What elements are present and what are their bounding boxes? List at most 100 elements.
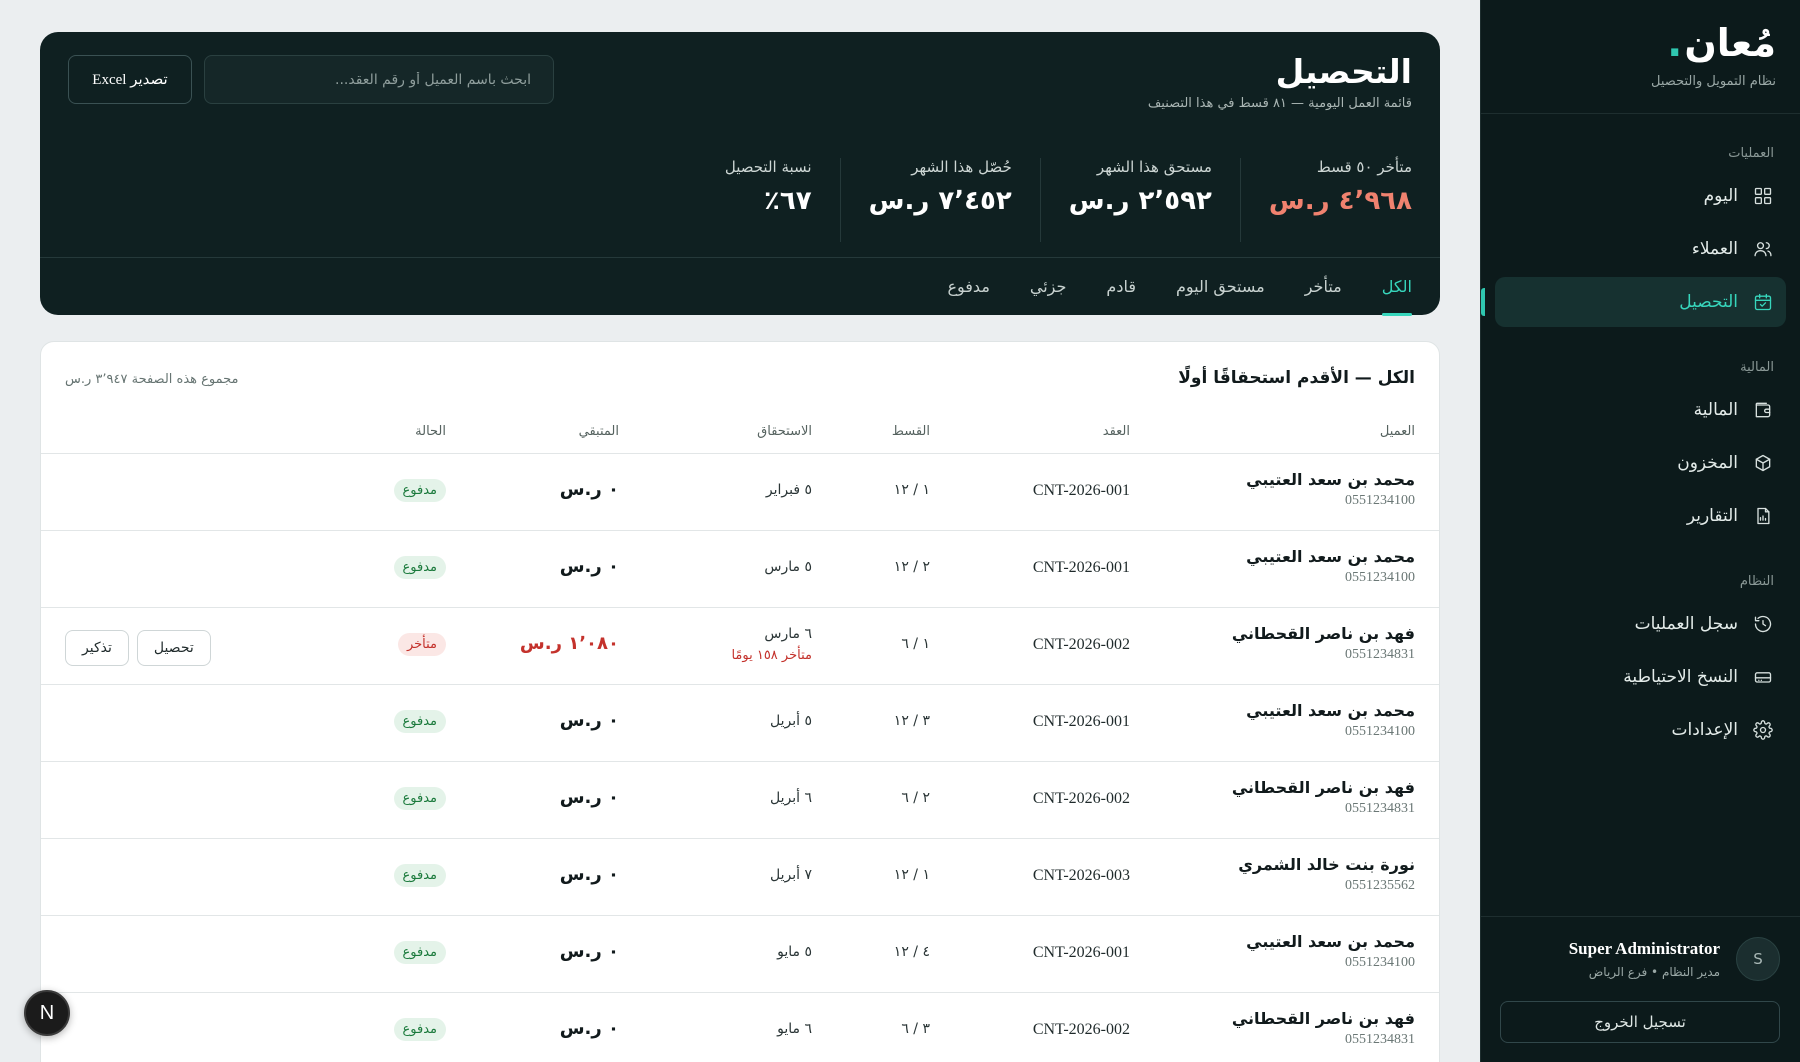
export-excel-button[interactable]: تصدير Excel xyxy=(68,55,192,104)
installment-number: ٢ / ٦ xyxy=(901,790,930,806)
installment-number: ٣ / ١٢ xyxy=(893,713,930,729)
table-row[interactable]: فهد بن ناصر القحطاني 0551234831 CNT-2026… xyxy=(41,608,1439,685)
brand-logo[interactable]: مُعان. xyxy=(1481,20,1776,66)
due-date: ٧ أبريل xyxy=(770,867,812,883)
sidebar-item-label: المخزون xyxy=(1677,453,1738,473)
col-status: الحالة xyxy=(415,424,446,439)
stat-value: ٢٬٥٩٢ ر.س xyxy=(1068,186,1212,216)
status-badge: مدفوع xyxy=(393,479,446,502)
users-icon xyxy=(1752,238,1774,260)
search-input[interactable] xyxy=(205,71,531,88)
due-cell: ٥ أبريل xyxy=(770,713,812,729)
client-phone: 0551234100 xyxy=(1345,724,1415,739)
status-badge: مدفوع xyxy=(393,941,446,964)
wallet-icon xyxy=(1752,399,1774,421)
filter-tab[interactable]: الكل xyxy=(1381,258,1413,316)
page-subtitle: قائمة العمل اليومية — ٨١ قسط في هذا التص… xyxy=(1147,96,1412,111)
dev-tools-button[interactable]: N xyxy=(24,990,70,1036)
stat-label: نسبة التحصيل xyxy=(724,158,812,176)
status-badge: مدفوع xyxy=(393,1018,446,1041)
sidebar-item[interactable]: المالية xyxy=(1495,385,1786,435)
sidebar-item-label: التحصيل xyxy=(1679,292,1738,312)
installments-table-card: الكل — الأقدم استحقاقًا أولًا مجموع هذه … xyxy=(40,341,1440,1062)
table-row[interactable]: محمد بن سعد العتيبي 0551234100 CNT-2026-… xyxy=(41,685,1439,762)
remaining-amount: ٠ ر.س xyxy=(559,787,619,808)
stat-label: حُصّل هذا الشهر xyxy=(911,158,1012,176)
search-box[interactable] xyxy=(204,55,554,104)
client-phone: 0551235562 xyxy=(1345,878,1415,893)
contract-number: CNT-2026-001 xyxy=(1032,559,1130,576)
sidebar-item[interactable]: سجل العمليات xyxy=(1495,599,1786,649)
installment-number: ١ / ١٢ xyxy=(893,867,930,883)
filter-tab[interactable]: متأخر xyxy=(1305,258,1342,316)
table-row[interactable]: فهد بن ناصر القحطاني 0551234831 CNT-2026… xyxy=(41,993,1439,1062)
sidebar-item[interactable]: التحصيل xyxy=(1481,277,1786,327)
sidebar-item-label: سجل العمليات xyxy=(1634,614,1738,634)
filter-tab[interactable]: مستحق اليوم xyxy=(1176,258,1265,316)
box-icon xyxy=(1752,452,1774,474)
due-date: ٥ أبريل xyxy=(770,713,812,729)
remaining-amount: ٠ ر.س xyxy=(559,1018,619,1039)
due-date: ٦ أبريل xyxy=(770,790,812,806)
stat-label: مستحق هذا الشهر xyxy=(1096,158,1212,176)
stat-card: حُصّل هذا الشهر ٧٬٤٥٢ ر.س xyxy=(839,158,1040,242)
due-cell: ٥ فبراير xyxy=(766,482,812,498)
filter-tab[interactable]: مدفوع xyxy=(947,258,989,316)
filter-tab[interactable]: جزئي xyxy=(1030,258,1067,316)
status-badge: مدفوع xyxy=(393,787,446,810)
remaining-amount: ١٬٠٨٠ ر.س xyxy=(519,633,619,654)
user-name: Super Administrator xyxy=(1568,939,1720,958)
sidebar-item-label: العملاء xyxy=(1691,239,1738,259)
table-row[interactable]: محمد بن سعد العتيبي 0551234100 CNT-2026-… xyxy=(41,916,1439,993)
client-phone: 0551234831 xyxy=(1345,647,1415,662)
table-row[interactable]: فهد بن ناصر القحطاني 0551234831 CNT-2026… xyxy=(41,762,1439,839)
sidebar-item[interactable]: اليوم xyxy=(1495,171,1786,221)
user-panel: S Super Administrator مدير النظام • فرع … xyxy=(1481,916,1800,1062)
due-date: ٥ فبراير xyxy=(765,482,812,498)
avatar[interactable]: S xyxy=(1736,937,1780,981)
brand-dot-icon: . xyxy=(1667,20,1683,66)
collect-button[interactable]: تحصيل xyxy=(136,630,211,666)
status-badge: متأخر xyxy=(397,633,446,656)
client-phone: 0551234100 xyxy=(1345,570,1415,585)
table-row[interactable]: نورة بنت خالد الشمري 0551235562 CNT-2026… xyxy=(41,839,1439,916)
contract-number: CNT-2026-001 xyxy=(1032,713,1130,730)
sidebar-item-label: اليوم xyxy=(1703,186,1738,206)
client-name: فهد بن ناصر القحطاني xyxy=(1231,778,1415,797)
remind-button[interactable]: تذكير xyxy=(65,630,129,666)
contract-number: CNT-2026-002 xyxy=(1032,636,1130,653)
sidebar-item-label: الإعدادات xyxy=(1671,720,1738,740)
storage-icon xyxy=(1752,666,1774,688)
status-cell: مدفوع xyxy=(393,1018,446,1041)
client-phone: 0551234100 xyxy=(1345,955,1415,970)
remaining-amount: ٠ ر.س xyxy=(559,556,619,577)
due-cell: ٦ مارس متأخر ١٥٨ يومًا xyxy=(731,626,812,663)
sidebar-item-label: النسخ الاحتياطية xyxy=(1623,667,1738,687)
sidebar-item[interactable]: النسخ الاحتياطية xyxy=(1495,652,1786,702)
sidebar-item[interactable]: التقارير xyxy=(1495,491,1786,541)
sidebar-item[interactable]: الإعدادات xyxy=(1495,705,1786,755)
brand: مُعان. نظام التمويل والتحصيل xyxy=(1481,0,1800,114)
user-role: مدير النظام • فرع الرياض xyxy=(1588,965,1720,979)
nav-heading: النظام xyxy=(1739,574,1774,589)
logout-button[interactable]: تسجيل الخروج xyxy=(1500,1001,1780,1043)
history-icon xyxy=(1752,613,1774,635)
status-cell: مدفوع xyxy=(393,556,446,579)
installment-number: ١ / ٦ xyxy=(901,636,930,652)
table-row[interactable]: محمد بن سعد العتيبي 0551234100 CNT-2026-… xyxy=(41,531,1439,608)
due-cell: ٥ مايو xyxy=(777,944,812,960)
col-due: الاستحقاق xyxy=(757,424,812,439)
sidebar-item[interactable]: المخزون xyxy=(1495,438,1786,488)
brand-logo-text: مُعان xyxy=(1684,21,1776,65)
sidebar-item[interactable]: العملاء xyxy=(1495,224,1786,274)
filter-tab[interactable]: قادم xyxy=(1106,258,1136,316)
due-cell: ٦ مايو xyxy=(777,1021,812,1037)
client-cell: فهد بن ناصر القحطاني 0551234831 xyxy=(1232,1009,1415,1048)
client-cell: فهد بن ناصر القحطاني 0551234831 xyxy=(1232,778,1415,817)
remaining-amount: ٠ ر.س xyxy=(559,710,619,731)
col-installment: القسط xyxy=(891,424,930,439)
collection-header: التحصيل قائمة العمل اليومية — ٨١ قسط في … xyxy=(40,32,1440,316)
stat-value: ٤٬٩٦٨ ر.س xyxy=(1268,186,1412,216)
stat-value: ٧٬٤٥٢ ر.س xyxy=(868,186,1012,216)
table-row[interactable]: محمد بن سعد العتيبي 0551234100 CNT-2026-… xyxy=(41,454,1439,531)
